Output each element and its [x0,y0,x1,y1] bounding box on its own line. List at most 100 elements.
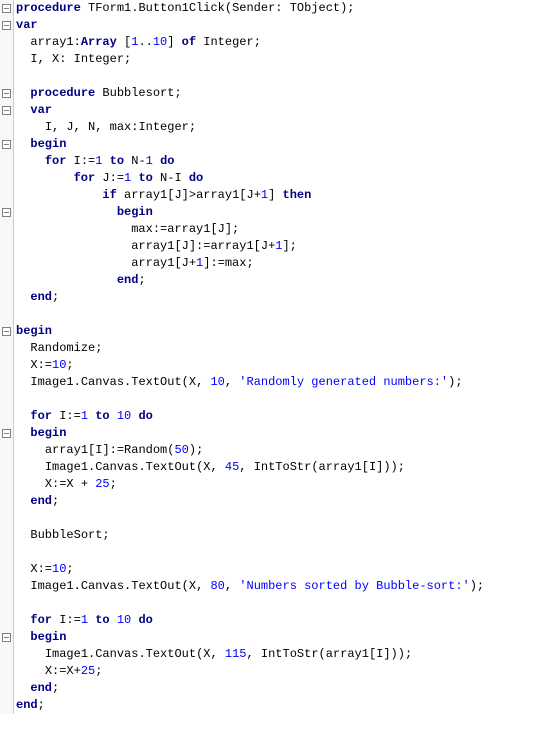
token-kw: to [110,154,124,168]
code-line[interactable] [16,68,484,85]
code-line[interactable]: for I:=1 to 10 do [16,408,484,425]
fold-icon[interactable] [2,429,11,438]
code-line[interactable]: begin [16,629,484,646]
token-op: [ [254,239,261,253]
code-line[interactable]: I, X: Integer; [16,51,484,68]
code-line[interactable]: end; [16,289,484,306]
fold-icon[interactable] [2,106,11,115]
token-ident: Integer [203,35,253,49]
token-op: ]; [225,222,239,236]
code-line[interactable]: begin [16,136,484,153]
token-kw: then [283,188,312,202]
code-line[interactable]: Image1.Canvas.TextOut(X, 115, IntToStr(a… [16,646,484,663]
code-line[interactable]: var [16,102,484,119]
token-op: ]; [282,239,296,253]
token-ident: array1 [131,256,174,270]
gutter-line [0,323,13,340]
token-num: 10 [117,409,131,423]
code-line[interactable]: procedure Bubblesort; [16,85,484,102]
token-kw: do [138,613,152,627]
fold-icon[interactable] [2,140,11,149]
code-line[interactable]: Randomize; [16,340,484,357]
code-line[interactable]: Image1.Canvas.TextOut(X, 80, 'Numbers so… [16,578,484,595]
code-line[interactable]: begin [16,323,484,340]
token-op: , [210,647,224,661]
code-line[interactable]: Image1.Canvas.TextOut(X, 45, IntToStr(ar… [16,459,484,476]
code-line[interactable]: X:=X + 25; [16,476,484,493]
token-num: 1 [146,154,153,168]
token-kw: procedure [30,86,95,100]
code-line[interactable]: end; [16,493,484,510]
token-op: , [196,579,210,593]
token-ident: Integer [74,52,124,66]
token-ident: X [30,358,37,372]
code-line[interactable]: for J:=1 to N-I do [16,170,484,187]
code-line[interactable]: end; [16,697,484,714]
token-ident: Sender [232,1,275,15]
token-op [153,171,160,185]
code-line[interactable]: X:=10; [16,561,484,578]
code-line[interactable]: procedure TForm1.Button1Click(Sender: TO… [16,0,484,17]
token-ident: J [261,239,268,253]
token-kw: for [45,154,67,168]
token-ident: Image1 [30,579,73,593]
gutter-line [0,680,13,697]
gutter-line [0,612,13,629]
code-line[interactable]: var [16,17,484,34]
code-line[interactable]: X:=X+25; [16,663,484,680]
code-line[interactable]: if array1[J]>array1[J+1] then [16,187,484,204]
code-line[interactable] [16,391,484,408]
token-op [110,613,117,627]
code-line[interactable] [16,306,484,323]
fold-icon[interactable] [2,633,11,642]
token-num: 45 [225,460,239,474]
code-line[interactable]: array1[J+1]:=max; [16,255,484,272]
code-line[interactable]: array1[J]:=array1[J+1]; [16,238,484,255]
code-line[interactable]: end; [16,272,484,289]
code-line[interactable]: BubbleSort; [16,527,484,544]
code-line[interactable]: for I:=1 to 10 do [16,612,484,629]
token-ident: array1 [124,188,167,202]
token-kw: end [117,273,139,287]
fold-icon[interactable] [2,327,11,336]
token-op: ; [189,120,196,134]
code-line[interactable]: Image1.Canvas.TextOut(X, 10, 'Randomly g… [16,374,484,391]
token-op [117,188,124,202]
token-op: ( [225,1,232,15]
token-op: ); [340,1,354,15]
gutter-line [0,493,13,510]
code-line[interactable] [16,510,484,527]
code-line[interactable]: X:=10; [16,357,484,374]
code-line[interactable]: array1[I]:=Random(50); [16,442,484,459]
token-op: := [66,409,80,423]
code-line[interactable] [16,544,484,561]
token-ident: J [246,188,253,202]
code-line[interactable]: for I:=1 to N-1 do [16,153,484,170]
code-line[interactable]: begin [16,425,484,442]
token-ident: TextOut [146,647,196,661]
token-op: := [52,664,66,678]
code-line[interactable]: end; [16,680,484,697]
fold-icon[interactable] [2,208,11,217]
gutter-line [0,17,13,34]
code-line[interactable]: max:=array1[J]; [16,221,484,238]
fold-icon[interactable] [2,21,11,30]
token-ident: I [30,52,37,66]
code-line[interactable]: I, J, N, max:Integer; [16,119,484,136]
token-kw: var [30,103,52,117]
token-ident: Canvas [81,375,124,389]
token-op: := [52,477,66,491]
token-ident: Image1 [45,647,88,661]
token-kw: begin [117,205,153,219]
code-line[interactable] [16,595,484,612]
token-op: ( [182,375,189,389]
token-op: , [74,120,88,134]
fold-icon[interactable] [2,4,11,13]
code-line[interactable]: begin [16,204,484,221]
token-num: 1 [81,613,88,627]
code-line[interactable]: array1:Array [1..10] of Integer; [16,34,484,51]
token-op: ])); [376,460,405,474]
token-ident: IntToStr [254,460,312,474]
fold-icon[interactable] [2,89,11,98]
token-op [66,154,73,168]
